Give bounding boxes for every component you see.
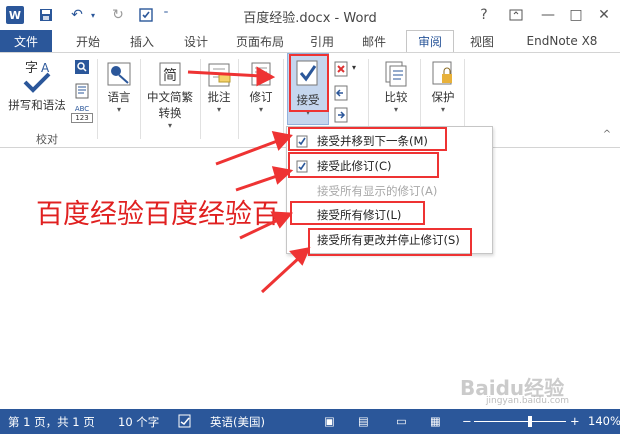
focus-mode-icon[interactable]: ▣ [324, 414, 335, 428]
document-text[interactable]: 百度经验百度经验百 [36, 192, 279, 231]
save-icon[interactable] [36, 5, 56, 25]
restore-button[interactable]: □ [564, 4, 588, 26]
tab-view[interactable]: 视图 [460, 30, 504, 52]
ribbon-separator [200, 59, 201, 139]
tab-endnote[interactable]: EndNote X8 [510, 30, 614, 52]
redo-icon[interactable]: ↻ [108, 5, 128, 25]
zoom-out-icon[interactable]: − [462, 414, 472, 428]
annotation-box-accept [289, 54, 329, 112]
group-proofing-label: 校对 [36, 133, 58, 146]
undo-dropdown-icon[interactable]: ▾ [88, 5, 98, 25]
thesaurus-icon[interactable] [73, 83, 91, 102]
research-icon[interactable] [73, 59, 91, 78]
chinese-conversion-icon: 简 [143, 59, 197, 89]
zoom-slider-thumb[interactable] [528, 416, 532, 427]
comments-button[interactable]: 批注 ▾ [202, 59, 236, 114]
ribbon-separator [238, 59, 239, 139]
zoom-in-icon[interactable]: + [570, 414, 580, 428]
zoom-slider-track[interactable] [474, 421, 566, 422]
ribbon-separator [140, 59, 141, 139]
chinese-conversion-button[interactable]: 简 中文简繁 转换 ▾ [143, 59, 197, 130]
previous-change-icon[interactable] [333, 85, 349, 104]
print-layout-icon[interactable]: ▭ [396, 414, 407, 428]
compare-icon [378, 59, 414, 89]
chevron-down-icon: ▾ [216, 105, 221, 114]
reject-icon[interactable] [333, 61, 349, 80]
watermark-url: jingyan.baidu.com [486, 396, 570, 406]
ribbon-display-options-icon[interactable] [504, 4, 528, 26]
title-bar: W ↶ ▾ ↻ ⁼ 百度经验.docx - Word ? — □ ✕ [0, 0, 620, 30]
chevron-down-icon: ▾ [167, 121, 172, 130]
zoom-level[interactable]: 140% [588, 414, 620, 428]
lock-icon [426, 59, 460, 89]
annotation-box-item-1 [288, 127, 447, 151]
read-mode-icon[interactable]: ▤ [358, 414, 369, 428]
spelling-check-icon: 字 A [4, 57, 70, 97]
close-button[interactable]: ✕ [592, 4, 616, 26]
tab-design[interactable]: 设计 [172, 30, 220, 52]
tab-insert[interactable]: 插入 [118, 30, 166, 52]
customize-qat-icon[interactable]: ⁼ [160, 5, 172, 25]
chevron-down-icon[interactable]: ▾ [349, 63, 359, 72]
word-count[interactable]: 10 个字 [118, 414, 159, 430]
word-app-icon[interactable]: W [6, 6, 24, 24]
ribbon-separator [283, 59, 284, 139]
status-bar: 第 1 页，共 1 页 10 个字 英语(美国) ▣ ▤ ▭ ▦ − + 140… [0, 409, 620, 434]
tab-review[interactable]: 审阅 [406, 30, 454, 52]
tab-file[interactable]: 文件 [0, 30, 52, 52]
proofing-status-icon[interactable] [178, 414, 192, 431]
tab-mailings[interactable]: 邮件 [352, 30, 396, 52]
web-layout-icon[interactable]: ▦ [430, 414, 441, 428]
tab-references[interactable]: 引用 [300, 30, 344, 52]
ribbon-tabs: 文件 开始 插入 设计 页面布局 引用 邮件 审阅 视图 EndNote X8 [0, 30, 620, 52]
chevron-down-icon: ▾ [116, 105, 121, 114]
svg-text:A: A [41, 61, 50, 75]
track-changes-button[interactable]: 修订 ▾ [243, 59, 279, 114]
comment-icon [202, 59, 236, 89]
track-changes-icon [243, 59, 279, 89]
page-count[interactable]: 第 1 页，共 1 页 [8, 414, 95, 430]
touch-mode-icon[interactable] [136, 5, 156, 25]
chevron-down-icon: ▾ [440, 105, 445, 114]
language-icon [100, 59, 138, 89]
spelling-grammar-button[interactable]: 字 A 拼写和语法 [4, 57, 70, 113]
chevron-down-icon: ▾ [258, 105, 263, 114]
undo-icon[interactable]: ↶ [66, 5, 88, 25]
language-status[interactable]: 英语(美国) [210, 414, 265, 430]
compare-button[interactable]: 比较 ▾ [378, 59, 414, 114]
word-count-icon[interactable]: ABC 123 [71, 105, 93, 123]
annotation-box-item-4 [290, 201, 425, 225]
svg-text:字: 字 [25, 61, 38, 76]
menu-item-accept-all-shown: 接受所有显示的修订(A) [317, 184, 438, 198]
language-button[interactable]: 语言 ▾ [100, 59, 138, 114]
annotation-box-item-2 [288, 152, 439, 178]
tab-layout[interactable]: 页面布局 [228, 30, 292, 52]
next-change-icon[interactable] [333, 107, 349, 126]
protect-button[interactable]: 保护 ▾ [426, 59, 460, 114]
ribbon-separator [97, 59, 98, 139]
tab-home[interactable]: 开始 [64, 30, 112, 52]
chevron-down-icon: ▾ [393, 105, 398, 114]
collapse-ribbon-icon[interactable]: ^ [600, 129, 614, 140]
minimize-button[interactable]: — [536, 4, 560, 26]
help-button[interactable]: ? [472, 4, 496, 26]
annotation-box-item-5 [308, 228, 472, 256]
svg-text:简: 简 [163, 67, 177, 84]
